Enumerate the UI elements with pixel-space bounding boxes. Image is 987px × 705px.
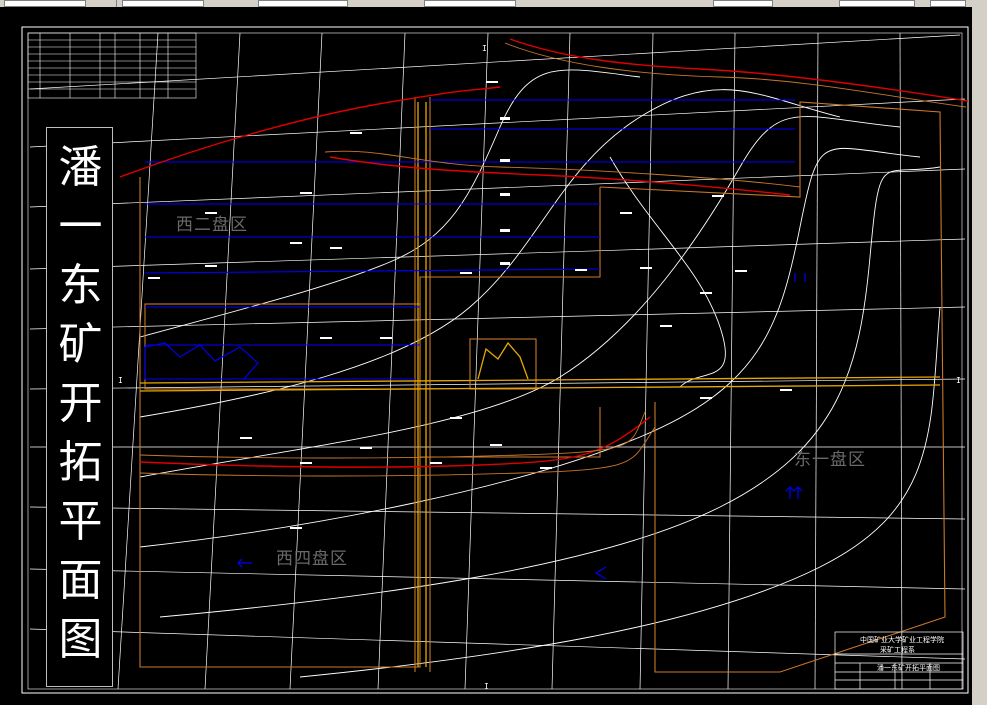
toolbar-separator bbox=[116, 0, 117, 7]
title-block-institution: 中国矿业大学矿业工程学院 bbox=[860, 636, 944, 644]
title-char-3: 东 bbox=[58, 260, 103, 311]
toolbar-field[interactable] bbox=[424, 0, 516, 7]
coordinate-grid bbox=[29, 32, 966, 690]
title-char-9: 图 bbox=[58, 614, 103, 665]
section-mark-top: I bbox=[482, 44, 487, 53]
blue-roadways bbox=[144, 99, 795, 380]
toolbar-field[interactable] bbox=[930, 0, 966, 7]
section-mark-left: I bbox=[118, 376, 123, 385]
toolbar-field[interactable] bbox=[713, 0, 773, 7]
zone-label-west-four: 西四盘区 bbox=[276, 549, 348, 569]
cad-drawing-canvas[interactable] bbox=[0, 7, 972, 705]
vertical-scrollbar[interactable] bbox=[972, 7, 987, 705]
toolbar-field[interactable] bbox=[122, 0, 204, 7]
toolbar-strip bbox=[0, 0, 987, 7]
title-block-department: 采矿工程系 bbox=[880, 646, 915, 654]
direction-arrows bbox=[237, 273, 806, 580]
title-char-8: 面 bbox=[58, 555, 103, 606]
zone-label-east-one: 东一盘区 bbox=[794, 450, 866, 470]
title-char-6: 拓 bbox=[58, 437, 103, 488]
toolbar-field[interactable] bbox=[839, 0, 915, 7]
inner-frame bbox=[27, 32, 963, 690]
title-block-drawing-name: 潘一东矿开拓平面图 bbox=[877, 664, 940, 672]
section-mark-right: I bbox=[956, 376, 961, 385]
toolbar-field[interactable] bbox=[258, 0, 348, 7]
outer-frame bbox=[21, 26, 969, 694]
title-char-7: 平 bbox=[58, 496, 103, 547]
drawing-title-panel: 潘 一 东 矿 开 拓 平 面 图 bbox=[46, 127, 113, 687]
zone-label-west-two: 西二盘区 bbox=[176, 215, 248, 235]
title-char-5: 开 bbox=[58, 378, 103, 429]
borehole-marks bbox=[148, 81, 792, 529]
title-char-4: 矿 bbox=[58, 319, 103, 370]
section-mark-bottom: I bbox=[484, 682, 489, 691]
data-table bbox=[27, 32, 197, 99]
title-char-1: 潘 bbox=[58, 142, 103, 193]
toolbar-field[interactable] bbox=[4, 0, 86, 7]
seam-outline bbox=[139, 42, 967, 477]
title-char-2: 一 bbox=[58, 201, 103, 252]
main-roadway bbox=[139, 102, 941, 667]
fault-lines bbox=[119, 38, 969, 468]
